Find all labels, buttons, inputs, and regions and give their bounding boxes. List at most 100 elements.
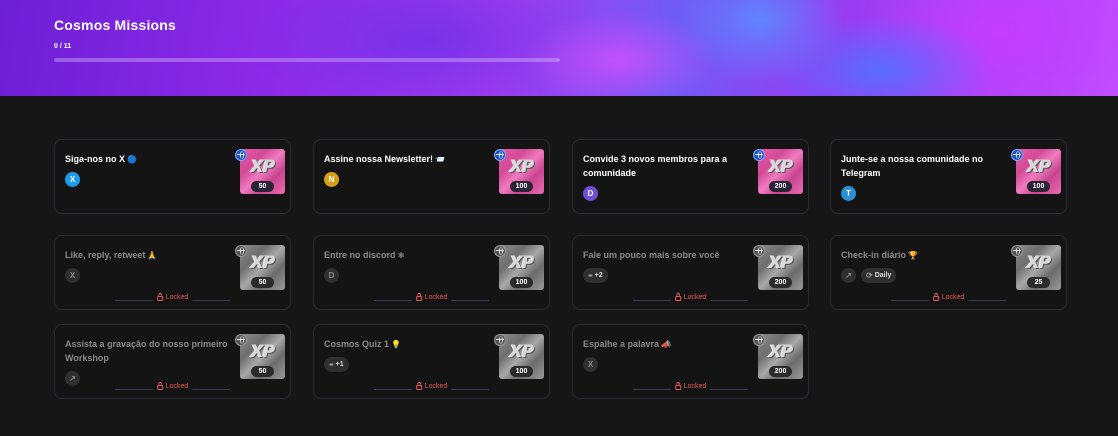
mission-card[interactable]: Entre no discord ⚛ D XP 100 Locked	[313, 235, 550, 310]
mission-title: Assine nossa Newsletter! 📨	[324, 152, 494, 167]
page-title: Cosmos Missions	[54, 17, 177, 33]
locked-badge: Locked	[411, 293, 452, 301]
tag-icon: ▪▪	[329, 360, 334, 369]
mission-emoji: 🙏	[147, 251, 158, 260]
twitter-icon[interactable]: X	[65, 268, 80, 283]
lock-icon	[415, 293, 422, 301]
mission-emoji: 📨	[435, 155, 446, 164]
mission-emoji: 💡	[391, 340, 401, 349]
mission-card[interactable]: Siga-nos no X 🔵 X XP 50	[54, 139, 291, 214]
locked-badge: Locked	[411, 382, 452, 390]
xp-label: XP	[250, 157, 276, 177]
mission-card[interactable]: Assista a gravação do nosso primeiro Wor…	[54, 324, 291, 399]
mission-title-text: Like, reply, retweet	[65, 250, 146, 260]
mission-title-text: Check-in diário	[841, 250, 907, 260]
xp-label: XP	[768, 157, 794, 177]
newsletter-icon[interactable]: N	[324, 172, 339, 187]
mission-card[interactable]: Junte-se a nossa comunidade no Telegram T…	[830, 139, 1067, 214]
locked-label: Locked	[683, 294, 707, 301]
mission-title: Entre no discord ⚛	[324, 248, 494, 263]
tag-label: +2	[594, 272, 603, 279]
discord-icon[interactable]: D	[324, 268, 339, 283]
xp-label: XP	[768, 253, 794, 273]
mission-title: Siga-nos no X 🔵	[65, 152, 235, 167]
globe-icon	[1011, 245, 1023, 257]
mission-title: Assista a gravação do nosso primeiro Wor…	[65, 337, 235, 365]
xp-value: 25	[1027, 277, 1050, 288]
xp-label: XP	[250, 253, 276, 273]
globe-icon	[494, 245, 506, 257]
mission-title-text: Siga-nos no X	[65, 154, 126, 164]
missions-header: Cosmos Missions 0 / 11	[0, 0, 1118, 96]
external-link-icon[interactable]: ↗	[65, 371, 80, 386]
xp-value: 100	[510, 277, 533, 288]
globe-icon	[753, 245, 765, 257]
mission-title: Espalhe a palavra 📣	[583, 337, 753, 352]
external-link-icon[interactable]: ↗	[841, 268, 856, 283]
xp-value: 50	[251, 366, 274, 377]
xp-label: XP	[509, 342, 535, 362]
twitter-icon[interactable]: X	[65, 172, 80, 187]
tag-icon: ⟳	[866, 271, 873, 280]
globe-icon	[235, 245, 247, 257]
mission-card[interactable]: Convide 3 novos membros para a comunidad…	[572, 139, 809, 214]
xp-label: XP	[1026, 253, 1052, 273]
xp-value: 100	[510, 366, 533, 377]
lock-icon	[415, 382, 422, 390]
mission-title-text: Entre no discord	[324, 250, 396, 260]
mission-card[interactable]: Check-in diário 🏆 ↗ ⟳ Daily XP 25 Locked	[830, 235, 1067, 310]
globe-icon	[494, 334, 506, 346]
discord-icon[interactable]: D	[583, 186, 598, 201]
lock-icon	[932, 293, 939, 301]
xp-value: 50	[251, 277, 274, 288]
lock-icon	[674, 382, 681, 390]
progress-count: 0 / 11	[54, 43, 72, 50]
mission-card[interactable]: Espalhe a palavra 📣 X XP 200 Locked	[572, 324, 809, 399]
mission-title-text: Fale um pouco mais sobre você	[583, 250, 720, 260]
locked-badge: Locked	[670, 382, 711, 390]
mission-title: Junte-se a nossa comunidade no Telegram	[841, 152, 1011, 180]
mission-card[interactable]: Cosmos Quiz 1 💡 ▪▪ +1 XP 100 Locked	[313, 324, 550, 399]
tag-label: Daily	[874, 272, 892, 279]
locked-label: Locked	[165, 383, 189, 390]
mission-title: Fale um pouco mais sobre você	[583, 248, 753, 262]
telegram-icon[interactable]: T	[841, 186, 856, 201]
xp-value: 200	[769, 181, 792, 192]
globe-icon	[1011, 149, 1023, 161]
progress-bar	[54, 58, 560, 62]
mission-title: Like, reply, retweet 🙏	[65, 248, 235, 263]
xp-value: 100	[510, 181, 533, 192]
tag-label: +1	[335, 361, 344, 368]
xp-value: 200	[769, 366, 792, 377]
lock-icon	[674, 293, 681, 301]
mission-card[interactable]: Assine nossa Newsletter! 📨 N XP 100	[313, 139, 550, 214]
lock-icon	[156, 382, 163, 390]
lock-icon	[156, 293, 163, 301]
mission-card[interactable]: Fale um pouco mais sobre você ▪▪ +2 XP 200 Lo…	[572, 235, 809, 310]
xp-value: 200	[769, 277, 792, 288]
twitter-icon[interactable]: X	[583, 357, 598, 372]
globe-icon	[235, 149, 247, 161]
mission-emoji: 🏆	[908, 251, 918, 260]
xp-label: XP	[768, 342, 794, 362]
locked-badge: Locked	[152, 382, 193, 390]
locked-label: Locked	[683, 383, 707, 390]
xp-label: XP	[509, 253, 535, 273]
mission-title-text: Cosmos Quiz 1	[324, 339, 390, 349]
locked-label: Locked	[424, 294, 448, 301]
xp-value: 100	[1027, 181, 1050, 192]
mission-title-text: Assista a gravação do nosso primeiro Wor…	[65, 339, 228, 363]
mission-title: Convide 3 novos membros para a comunidad…	[583, 152, 753, 180]
xp-label: XP	[1026, 157, 1052, 177]
locked-label: Locked	[941, 294, 965, 301]
mission-emoji: ⚛	[397, 251, 405, 260]
locked-label: Locked	[424, 383, 448, 390]
locked-badge: Locked	[928, 293, 969, 301]
mission-title-text: Convide 3 novos membros para a comunidad…	[583, 154, 728, 178]
globe-icon	[235, 334, 247, 346]
locked-label: Locked	[165, 294, 189, 301]
mission-card[interactable]: Like, reply, retweet 🙏 X XP 50 Locked	[54, 235, 291, 310]
mission-title: Check-in diário 🏆	[841, 248, 1011, 263]
xp-value: 50	[251, 181, 274, 192]
locked-badge: Locked	[152, 293, 193, 301]
